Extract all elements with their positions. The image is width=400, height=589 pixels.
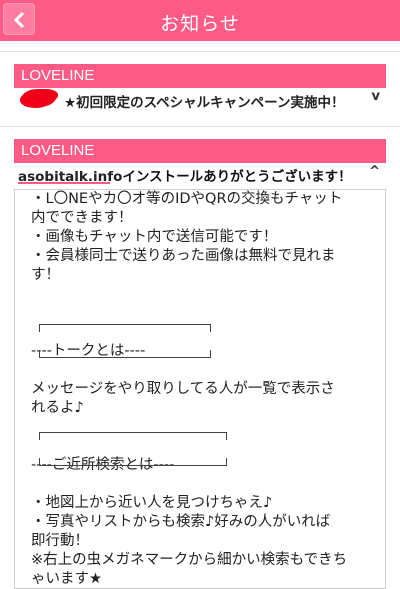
- body-line: 即行動！: [31, 533, 89, 549]
- bracket-decoration: [39, 350, 211, 358]
- notice-item[interactable]: LOVELINE asobitalk.infoインストールありがとうございます！…: [14, 139, 386, 187]
- body-line: [31, 304, 381, 323]
- body-line: ゃいます★: [31, 571, 102, 587]
- body-line: ・L〇NEやカ〇オ等のIDやQRの交換もチャット: [31, 191, 343, 207]
- body-line: ※右上の虫メガネマークから細かい検索もできち: [31, 552, 348, 568]
- divider: [0, 126, 400, 127]
- body-line: 内でできます！: [31, 210, 133, 226]
- page-title: お知らせ: [160, 13, 240, 35]
- notice-item[interactable]: LOVELINE ★初回限定のスペシャルキャンペーン実施中！ v: [14, 64, 386, 112]
- body-line: す！: [31, 267, 60, 283]
- app-header: お知らせ: [0, 0, 400, 41]
- expand-chevron-icon[interactable]: v: [372, 89, 380, 104]
- bracket-decoration: [39, 432, 227, 440]
- collapse-chevron-icon[interactable]: ^: [369, 164, 380, 179]
- notice-title: ★初回限定のスペシャルキャンペーン実施中！: [64, 95, 345, 111]
- body-line: ・写真やリストからも検索♪好みの人がいれば: [31, 514, 331, 530]
- body-line: ・会員様同士で送りあった画像は無料で見れま: [31, 248, 336, 264]
- body-line: [31, 475, 381, 494]
- notice-body-text: ・L〇NEやカ〇オ等のIDやQRの交換もチャット 内でできます！ ・画像もチャッ…: [31, 190, 381, 589]
- body-line: メッセージをやり取りしてる人が一覧で表示さ: [31, 381, 335, 397]
- notice-source: LOVELINE: [14, 64, 386, 88]
- notice-source: LOVELINE: [14, 139, 386, 163]
- body-line: ・地図上から近い人を見つけちゃえ♪: [31, 495, 273, 511]
- body-line: ・画像もチャット内で送信可能です！: [31, 229, 278, 245]
- divider: [0, 51, 400, 52]
- notice-summary-row[interactable]: asobitalk.infoインストールありがとうございます！ ^: [14, 163, 386, 187]
- bracket-decoration: [39, 324, 211, 332]
- notice-summary-row[interactable]: ★初回限定のスペシャルキャンペーン実施中！ v: [14, 88, 386, 112]
- notice-message: インストールありがとうございます！: [122, 169, 352, 185]
- body-line: れるよ♪: [31, 400, 84, 416]
- body-line: [31, 361, 381, 380]
- bracket-decoration: [39, 458, 227, 466]
- redaction-mark: [22, 89, 56, 107]
- body-line: [31, 285, 381, 304]
- domain-underline: [18, 182, 110, 184]
- notice-body: ・L〇NEやカ〇オ等のIDやQRの交換もチャット 内でできます！ ・画像もチャッ…: [14, 189, 386, 589]
